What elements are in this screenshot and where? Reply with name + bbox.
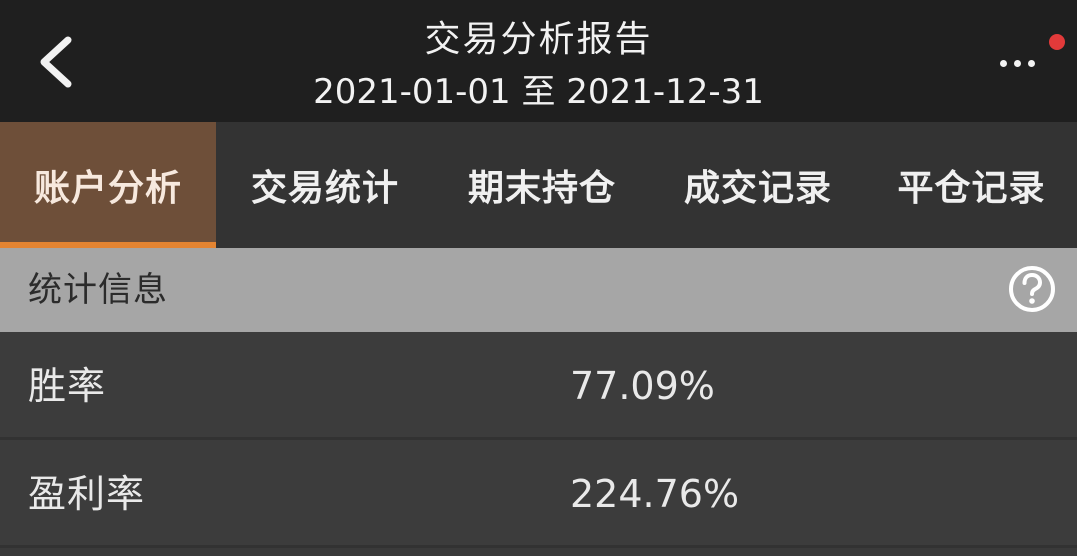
date-range: 2021-01-01 至 2021-12-31 (313, 72, 764, 112)
stat-row-profit-rate: 盈利率 224.76% (0, 440, 1077, 548)
dot (1000, 60, 1007, 67)
section-title: 统计信息 (28, 270, 168, 310)
help-button[interactable] (1007, 264, 1057, 314)
trade-analysis-screen: 交易分析报告 2021-01-01 至 2021-12-31 账户分析 交易统计… (0, 0, 1077, 556)
stat-value: 224.76% (570, 472, 740, 516)
notification-badge (1049, 34, 1065, 50)
stat-label: 胜率 (28, 364, 107, 408)
tab-transaction-records[interactable]: 成交记录 (650, 122, 866, 248)
dot (1014, 60, 1021, 67)
top-bar: 交易分析报告 2021-01-01 至 2021-12-31 (0, 0, 1077, 122)
more-horizontal-icon (1000, 60, 1042, 67)
tab-closing-records[interactable]: 平仓记录 (866, 122, 1077, 248)
tab-trade-statistics[interactable]: 交易统计 (216, 122, 434, 248)
page-title: 交易分析报告 (424, 19, 653, 60)
stat-label: 盈利率 (28, 472, 146, 516)
dot (1028, 60, 1035, 67)
section-header: 统计信息 (0, 248, 1077, 332)
stats-list: 胜率 77.09% 盈利率 224.76% (0, 332, 1077, 548)
tab-bar: 账户分析 交易统计 期末持仓 成交记录 平仓记录 (0, 122, 1077, 248)
stat-value: 77.09% (570, 364, 715, 408)
tab-ending-positions[interactable]: 期末持仓 (434, 122, 650, 248)
more-button[interactable] (990, 34, 1065, 90)
tab-account-analysis[interactable]: 账户分析 (0, 122, 216, 248)
question-circle-icon (1009, 266, 1055, 312)
stat-row-win-rate: 胜率 77.09% (0, 332, 1077, 440)
